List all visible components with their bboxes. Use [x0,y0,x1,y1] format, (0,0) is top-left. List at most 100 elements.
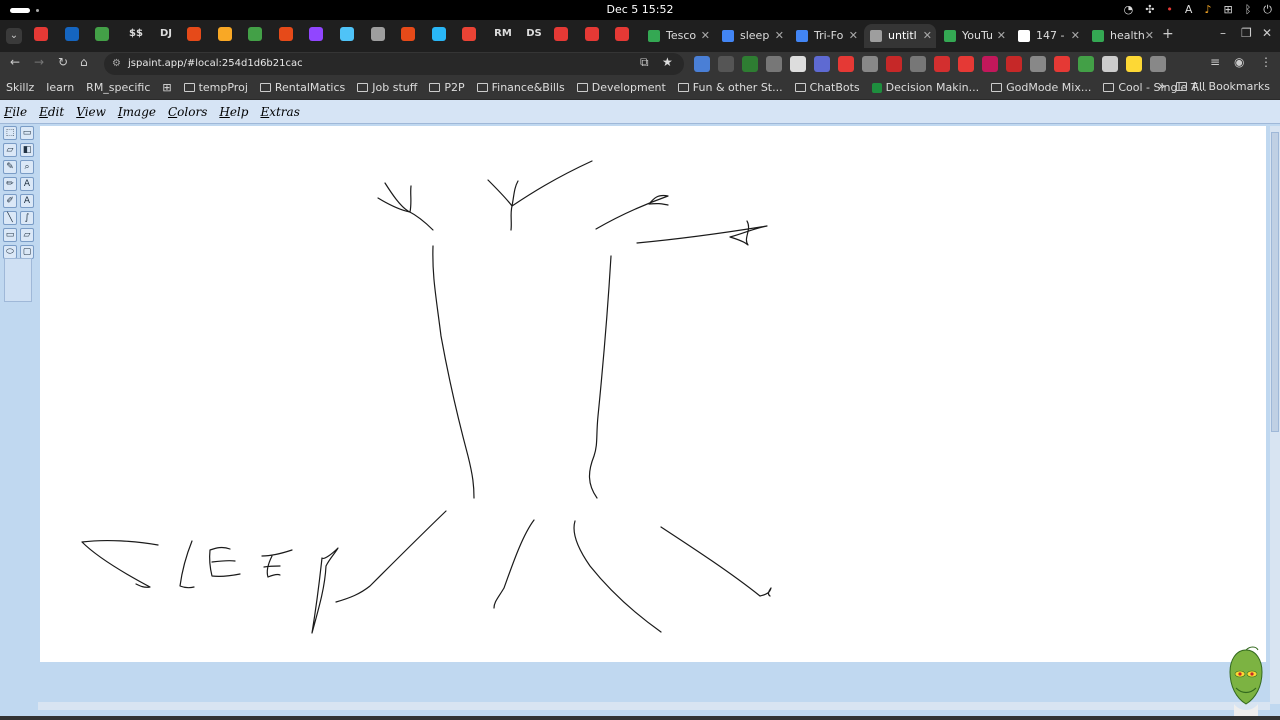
pinned-tab-chat-icon[interactable] [248,27,262,41]
maximize-icon[interactable]: ❐ [1241,26,1252,40]
pinned-tab-twitch-icon[interactable] [309,27,323,41]
extension-icon[interactable] [886,56,902,72]
extension-icon[interactable] [838,56,854,72]
vertical-scrollbar[interactable] [1270,126,1280,704]
tool-text-icon[interactable]: A [20,194,34,208]
pinned-tab-dj[interactable]: DJ [156,27,176,41]
forward-icon[interactable]: → [34,55,44,69]
reload-icon[interactable]: ↻ [58,55,68,69]
extension-icon[interactable] [766,56,782,72]
extension-icon[interactable] [910,56,926,72]
bookmark-rm-specific[interactable]: RM_specific [86,81,150,94]
tab-health[interactable]: health ✕ [1086,24,1158,48]
tab-untitl[interactable]: untitl ✕ [864,24,936,48]
pinned-tab-check-icon[interactable] [95,27,109,41]
close-tab-icon[interactable]: ✕ [775,24,784,48]
tool-select-icon[interactable]: ▭ [20,126,34,140]
pinned-tab-asterisk-icon[interactable] [401,27,415,41]
bookmark-p2p[interactable]: P2P [429,81,465,94]
extension-icon[interactable] [742,56,758,72]
extension-icon[interactable] [1150,56,1166,72]
bookmark-chatbots[interactable]: ChatBots [794,81,860,94]
power-icon[interactable]: ⏻ [1263,3,1272,17]
close-tab-icon[interactable]: ✕ [701,24,710,48]
pinned-tab-circle-icon[interactable] [187,27,201,41]
bookmark-tempproj[interactable]: tempProj [183,81,248,94]
pinned-tab-doc-icon[interactable] [432,27,446,41]
tab-147[interactable]: 147 - ✕ [1012,24,1084,48]
tab-trifo[interactable]: Tri-Fo ✕ [790,24,862,48]
menu-edit[interactable]: Edit [39,105,64,119]
menu-extras[interactable]: Extras [260,105,299,119]
grinch-icon[interactable] [1222,646,1270,716]
horizontal-scrollbar[interactable] [38,702,1270,710]
close-tab-icon[interactable]: ✕ [997,24,1006,48]
pinned-tab-cross-icon[interactable] [218,27,232,41]
close-tab-icon[interactable]: ✕ [1071,24,1080,48]
tool-options-panel[interactable] [4,258,32,302]
install-app-icon[interactable]: ⧉ [640,55,649,70]
pinned-tab-youtube-icon[interactable] [554,27,568,41]
menu-help[interactable]: Help [219,105,248,119]
pinned-tab-ds[interactable]: DS [524,27,544,41]
pinned-tab-pdf-icon[interactable] [34,27,48,41]
extension-icon[interactable] [1030,56,1046,72]
tool-eraser-icon[interactable]: ▱ [3,143,17,157]
pinned-tab-gmail-icon[interactable] [462,27,476,41]
microphone-icon[interactable]: ♪ [1204,3,1211,17]
bookmark-development[interactable]: Development [576,81,666,94]
tool-airbrush-icon[interactable]: ✐ [3,194,17,208]
pinned-tab-[interactable]: $$ [126,27,146,41]
menu-view[interactable]: View [76,105,106,119]
apps-icon[interactable]: ⊞ [162,81,171,94]
menu-image[interactable]: Image [118,105,156,119]
extension-icon[interactable] [1054,56,1070,72]
bookmark-godmode-mix[interactable]: GodMode Mix... [991,81,1091,94]
tool-magnifier-icon[interactable]: ⌕ [20,160,34,174]
network-icon[interactable]: ⊞ [1223,3,1232,17]
bookmark-star-icon[interactable]: ★ [662,55,673,69]
close-window-icon[interactable]: ✕ [1262,26,1272,40]
tool-pencil-icon[interactable]: ✏ [3,177,17,191]
extension-icon[interactable] [862,56,878,72]
extension-icon[interactable] [1126,56,1142,72]
bookmark-rentalmatics[interactable]: RentalMatics [259,81,345,94]
tool-pick-color-icon[interactable]: ✎ [3,160,17,174]
extension-icon[interactable] [934,56,950,72]
system-clock[interactable]: Dec 5 15:52 [0,3,1280,16]
drawing-canvas[interactable] [40,126,1266,662]
extension-icon[interactable] [694,56,710,72]
bookmark-learn[interactable]: learn [46,81,74,94]
pinned-tab-record-icon[interactable] [615,27,629,41]
new-tab-button[interactable]: + [1162,26,1174,42]
tab-youtu[interactable]: YouTu ✕ [938,24,1010,48]
pinned-tab-rm[interactable]: RM [493,27,513,41]
more-bookmarks-icon[interactable]: » [1158,79,1165,93]
browser-menu-icon[interactable]: ⋮ [1260,55,1272,69]
pinned-tab-x-icon[interactable] [65,27,79,41]
tab-sleep[interactable]: sleep ✕ [716,24,788,48]
tool-free-form-select-icon[interactable]: ⬚ [3,126,17,140]
tool-fill-icon[interactable]: ◧ [20,143,34,157]
tool-ellipse-icon[interactable]: ⬭ [3,245,17,259]
tool-rectangle-icon[interactable]: ▭ [3,228,17,242]
bluetooth-icon[interactable]: ᛒ [1245,3,1252,17]
all-bookmarks-button[interactable]: All Bookmarks [1176,80,1270,93]
tool-polygon-icon[interactable]: ▱ [20,228,34,242]
menu-file[interactable]: File [4,105,27,119]
vertical-scroll-thumb[interactable] [1271,132,1279,432]
bookmark-decision-makin[interactable]: Decision Makin... [871,81,979,94]
input-method-icon[interactable]: A [1185,3,1193,17]
extension-icon[interactable] [958,56,974,72]
close-tab-icon[interactable]: ✕ [923,24,932,48]
tool-line-icon[interactable]: ╲ [3,211,17,225]
extension-icon[interactable] [718,56,734,72]
tool-rounded-rectangle-icon[interactable]: ▢ [20,245,34,259]
media-icon[interactable]: ≡ [1210,55,1220,69]
extension-icon[interactable] [814,56,830,72]
bookmark-finance-bills[interactable]: Finance&Bills [476,81,565,94]
tray-record-icon[interactable]: • [1166,3,1173,17]
tab-tesco[interactable]: Tesco ✕ [642,24,714,48]
address-bar[interactable]: ⚙ jspaint.app/#local:254d1d6b21cac [104,53,684,75]
pinned-tab-sparkle-icon[interactable] [340,27,354,41]
